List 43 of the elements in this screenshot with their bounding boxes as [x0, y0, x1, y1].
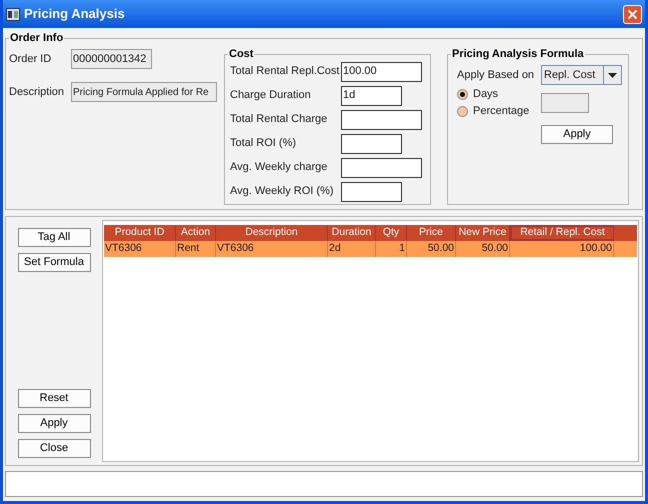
close-icon — [627, 8, 638, 20]
readonly-field: Pricing Formula Applied for Re — [71, 82, 217, 102]
input-field[interactable] — [541, 93, 589, 113]
input-field[interactable] — [341, 182, 402, 202]
table-cell: Rent — [176, 241, 216, 257]
app-icon — [6, 8, 20, 20]
field-label: Charge Duration — [230, 88, 312, 104]
input-field[interactable]: 1d — [341, 86, 402, 106]
table-cell: 100.00 — [510, 241, 614, 257]
table-cell: VT6306 — [216, 241, 328, 257]
readonly-field: 000000001342 — [71, 49, 152, 69]
close-button[interactable] — [623, 4, 642, 24]
input-field[interactable] — [341, 110, 422, 130]
table-cell: 2d — [328, 241, 376, 257]
radio-button[interactable]: Percentage — [457, 104, 541, 119]
radio-button[interactable]: Days — [457, 87, 541, 102]
input-field[interactable]: 100.00 — [341, 62, 422, 82]
field-label: Total Rental Charge — [230, 112, 328, 128]
push-button[interactable]: Set Formula — [18, 253, 90, 272]
input-field[interactable] — [341, 134, 402, 154]
table-cell: 50.00 — [456, 241, 510, 257]
field-label: Description — [9, 84, 66, 100]
field-label: Total Rental Repl.Cost — [230, 64, 340, 80]
input-field[interactable] — [341, 158, 422, 178]
push-button[interactable]: Reset — [18, 389, 90, 408]
table-row[interactable]: VT6306 Rent VT6306 2d 1 50.00 50.00 100.00 — [104, 241, 637, 257]
push-button[interactable]: Close — [18, 439, 90, 458]
table-cell: VT6306 — [104, 241, 176, 257]
dropdown[interactable]: Repl. Cost — [541, 65, 622, 85]
push-button[interactable]: Apply — [18, 414, 90, 433]
field-label: Avg. Weekly charge — [230, 160, 328, 176]
field-label: Total ROI (%) — [230, 136, 298, 152]
field-label: Avg. Weekly ROI (%) — [230, 184, 335, 200]
table-cell: 1 — [376, 241, 407, 257]
window-title: Pricing Analysis — [24, 5, 126, 24]
push-button[interactable]: Tag All — [18, 228, 90, 247]
field-label: Apply Based on — [457, 68, 536, 83]
caret-icon — [608, 72, 617, 78]
field-label: Order ID — [9, 52, 52, 67]
table-cell: 50.00 — [407, 241, 456, 257]
group-title: Pricing Analysis Formula — [451, 47, 585, 61]
push-button[interactable]: Apply — [541, 125, 613, 144]
column-header[interactable]: Retail / Repl. Cost — [510, 225, 614, 241]
